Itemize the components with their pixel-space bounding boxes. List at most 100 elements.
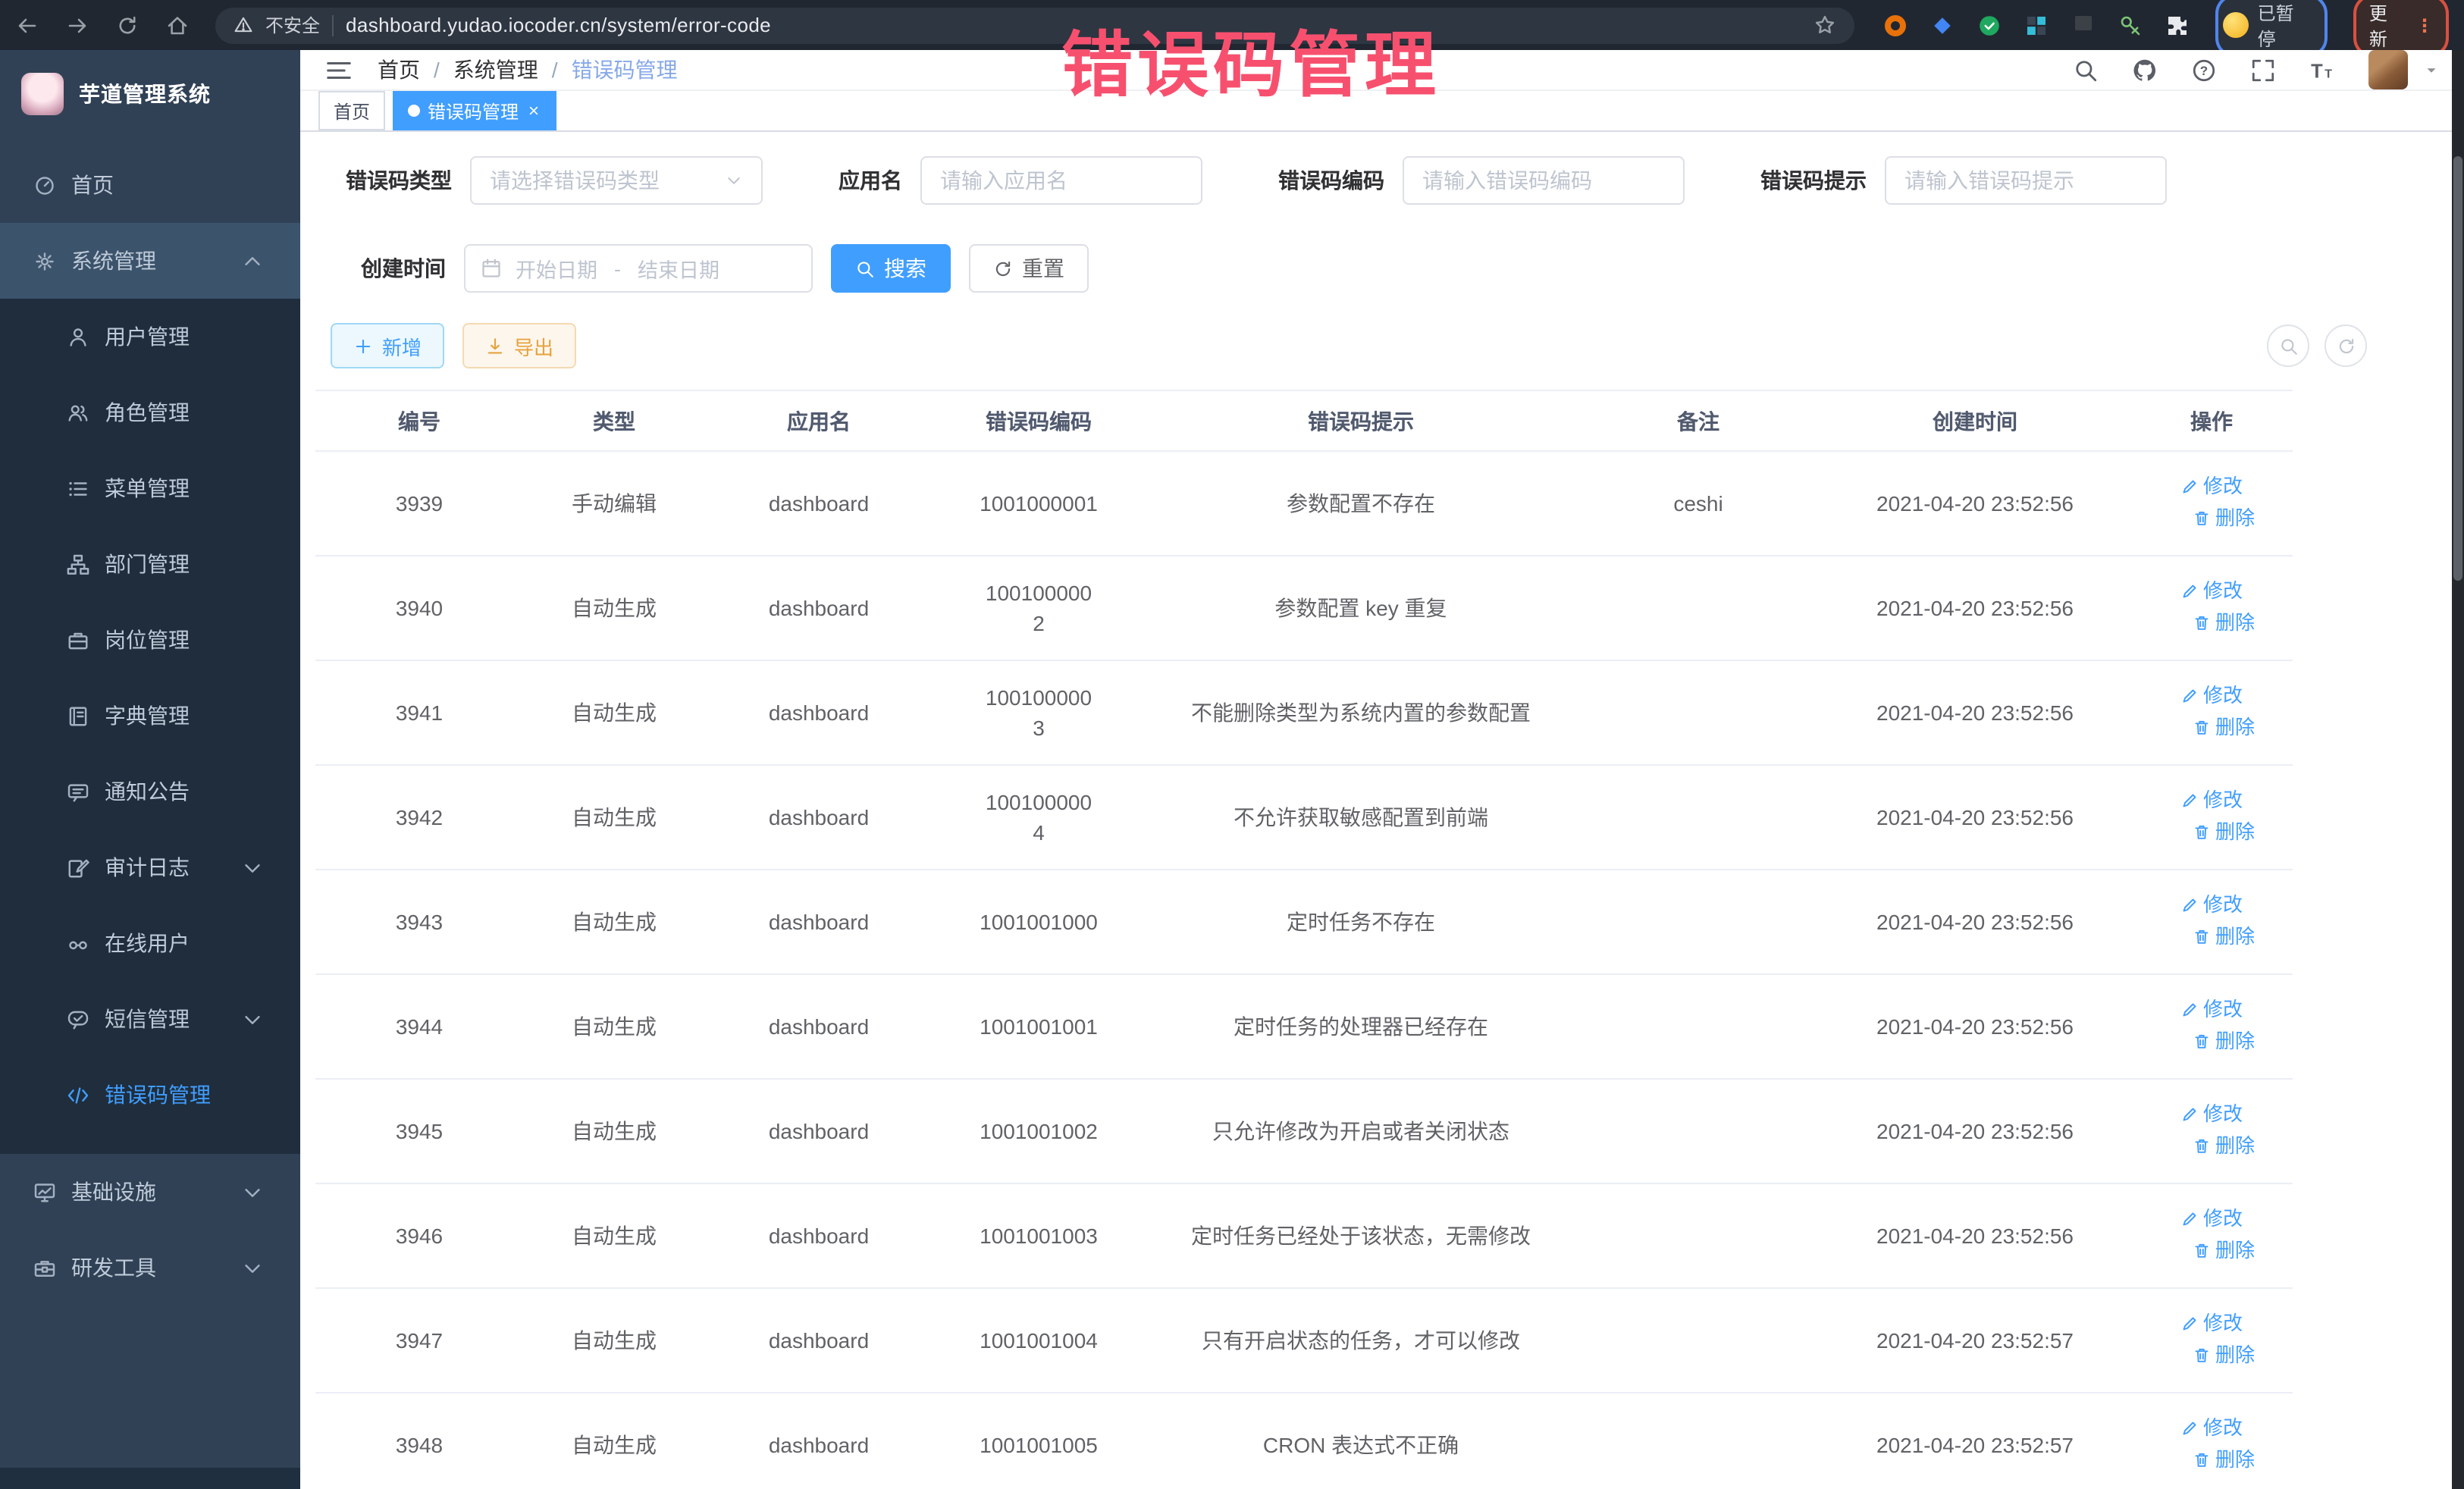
table-row: 3942自动生成dashboard100100000 4不允许获取敏感配置到前端… <box>315 765 2293 870</box>
table-cell: 只有开启状态的任务，才可以修改 <box>1145 1288 1577 1393</box>
sidebar-footer-bar <box>0 1468 300 1489</box>
extension-puzzle-icon[interactable] <box>2165 13 2190 37</box>
avatar-caret-icon[interactable] <box>2423 61 2440 78</box>
table-cell: 自动生成 <box>523 1393 705 1489</box>
header-search-icon[interactable] <box>2073 57 2099 83</box>
close-icon[interactable] <box>526 103 541 118</box>
help-icon[interactable]: ? <box>2191 57 2217 83</box>
hamburger-icon[interactable] <box>324 55 353 84</box>
delete-link[interactable]: 删除 <box>2193 503 2255 534</box>
table-cell <box>1577 1393 1820 1489</box>
sidebar-item-5[interactable]: 部门管理 <box>0 526 300 602</box>
profile-chip[interactable]: 已暂停 <box>2215 0 2328 57</box>
extension-green-icon[interactable] <box>1977 13 2002 37</box>
edit-link[interactable]: 修改 <box>2180 1204 2243 1234</box>
sidebar-item-9[interactable]: 审计日志 <box>0 829 300 905</box>
list-icon <box>67 477 89 500</box>
filter-row-2: 创建时间 开始日期 - 结束日期 搜索 重置 <box>315 244 2464 293</box>
refresh-table-button[interactable] <box>2324 324 2367 367</box>
sidebar-item-6[interactable]: 岗位管理 <box>0 602 300 678</box>
date-range-picker[interactable]: 开始日期 - 结束日期 <box>464 244 813 293</box>
table-cell: dashboard <box>705 451 933 556</box>
tab-0[interactable]: 首页 <box>318 91 385 130</box>
error-type-select[interactable]: 请选择错误码类型 <box>470 156 763 205</box>
edit-link[interactable]: 修改 <box>2180 1099 2243 1130</box>
end-date-placeholder: 结束日期 <box>638 253 719 284</box>
sidebar-item-4[interactable]: 菜单管理 <box>0 450 300 526</box>
add-button[interactable]: 新增 <box>331 323 444 368</box>
extension-ring-icon[interactable] <box>1883 13 1908 37</box>
delete-link[interactable]: 删除 <box>2193 713 2255 743</box>
reset-button[interactable]: 重置 <box>969 244 1089 293</box>
delete-link[interactable]: 删除 <box>2193 1340 2255 1371</box>
url-text[interactable]: dashboard.yudao.iocoder.cn/system/error-… <box>346 14 771 36</box>
delete-link[interactable]: 删除 <box>2193 817 2255 848</box>
sidebar-item-8[interactable]: 通知公告 <box>0 754 300 829</box>
sidebar-item-10[interactable]: 在线用户 <box>0 905 300 981</box>
browser-menu-icon[interactable]: ⋮ <box>2415 14 2434 36</box>
breadcrumb-item-2: 错误码管理 <box>572 55 678 85</box>
breadcrumb-item-0[interactable]: 首页 <box>378 55 420 85</box>
page-scrollbar[interactable] <box>2452 50 2464 1489</box>
table-cell: 自动生成 <box>523 1288 705 1393</box>
search-button[interactable]: 搜索 <box>831 244 951 293</box>
browser-home-icon[interactable] <box>165 13 190 37</box>
edit-link[interactable]: 修改 <box>2180 785 2243 816</box>
filter-input-3[interactable]: 请输入错误码提示 <box>1885 156 2167 205</box>
edit-link[interactable]: 修改 <box>2180 576 2243 607</box>
toggle-search-button[interactable] <box>2267 324 2309 367</box>
table-row: 3941自动生成dashboard100100000 3不能删除类型为系统内置的… <box>315 660 2293 765</box>
sidebar-item-1[interactable]: 系统管理 <box>0 223 300 299</box>
fullscreen-icon[interactable] <box>2250 57 2276 83</box>
table-row: 3943自动生成dashboard1001001000定时任务不存在2021-0… <box>315 870 2293 974</box>
table-cell: 100100000 3 <box>933 660 1145 765</box>
github-icon[interactable] <box>2132 57 2158 83</box>
sidebar-item-11[interactable]: 短信管理 <box>0 981 300 1057</box>
address-bar[interactable]: 不安全 dashboard.yudao.iocoder.cn/system/er… <box>215 7 1854 43</box>
table-cell: 定时任务已经处于该状态，无需修改 <box>1145 1183 1577 1288</box>
not-secure-warning-icon[interactable] <box>234 15 253 35</box>
edit-link[interactable]: 修改 <box>2180 472 2243 502</box>
edit-link[interactable]: 修改 <box>2180 995 2243 1025</box>
pencil-icon <box>2180 1001 2199 1019</box>
sidebar-item-0[interactable]: 首页 <box>0 147 300 223</box>
edit-link[interactable]: 修改 <box>2180 890 2243 920</box>
filter-input-1[interactable]: 请输入应用名 <box>920 156 1202 205</box>
tab-1[interactable]: 错误码管理 <box>393 91 556 130</box>
browser-back-icon[interactable] <box>15 13 39 37</box>
filter-input-2[interactable]: 请输入错误码编码 <box>1403 156 1685 205</box>
sidebar-item-14[interactable]: 研发工具 <box>0 1230 300 1306</box>
sidebar-item-7[interactable]: 字典管理 <box>0 678 300 754</box>
bookmark-star-icon[interactable] <box>1814 14 1836 36</box>
delete-link[interactable]: 删除 <box>2193 1027 2255 1057</box>
extension-key-icon[interactable] <box>2118 13 2143 37</box>
browser-reload-icon[interactable] <box>115 13 140 37</box>
delete-link[interactable]: 删除 <box>2193 1445 2255 1475</box>
sidebar-item-3[interactable]: 角色管理 <box>0 375 300 450</box>
delete-link[interactable]: 删除 <box>2193 1131 2255 1161</box>
breadcrumb-item-1[interactable]: 系统管理 <box>453 55 538 85</box>
filter-label: 错误码编码 <box>1278 165 1384 196</box>
edit-link[interactable]: 修改 <box>2180 1413 2243 1444</box>
user-avatar[interactable] <box>2368 50 2408 89</box>
table-cell: 只允许修改为开启或者关闭状态 <box>1145 1079 1577 1183</box>
sidebar-item-13[interactable]: 基础设施 <box>0 1154 300 1230</box>
sidebar-item-2[interactable]: 用户管理 <box>0 299 300 375</box>
sidebar-item-12[interactable]: 错误码管理 <box>0 1057 300 1133</box>
extension-grid-icon[interactable] <box>2024 13 2049 37</box>
export-button[interactable]: 导出 <box>462 323 576 368</box>
browser-forward-icon[interactable] <box>65 13 89 37</box>
extension-onoff-icon[interactable] <box>2071 13 2096 37</box>
delete-link[interactable]: 删除 <box>2193 1236 2255 1266</box>
logo[interactable]: 芋道管理系统 <box>0 50 300 138</box>
edit-link[interactable]: 修改 <box>2180 1309 2243 1339</box>
font-size-icon[interactable]: TT <box>2309 57 2335 83</box>
update-button[interactable]: 更新 ⋮ <box>2354 0 2449 57</box>
delete-link[interactable]: 删除 <box>2193 922 2255 952</box>
scrollbar-thumb[interactable] <box>2453 156 2462 581</box>
extension-gem-icon[interactable] <box>1930 13 1955 37</box>
delete-link[interactable]: 删除 <box>2193 608 2255 638</box>
sidebar-item-label: 基础设施 <box>71 1177 156 1207</box>
edit-link[interactable]: 修改 <box>2180 681 2243 711</box>
page-content: 错误码类型请选择错误码类型应用名请输入应用名错误码编码请输入错误码编码错误码提示… <box>300 132 2464 1489</box>
